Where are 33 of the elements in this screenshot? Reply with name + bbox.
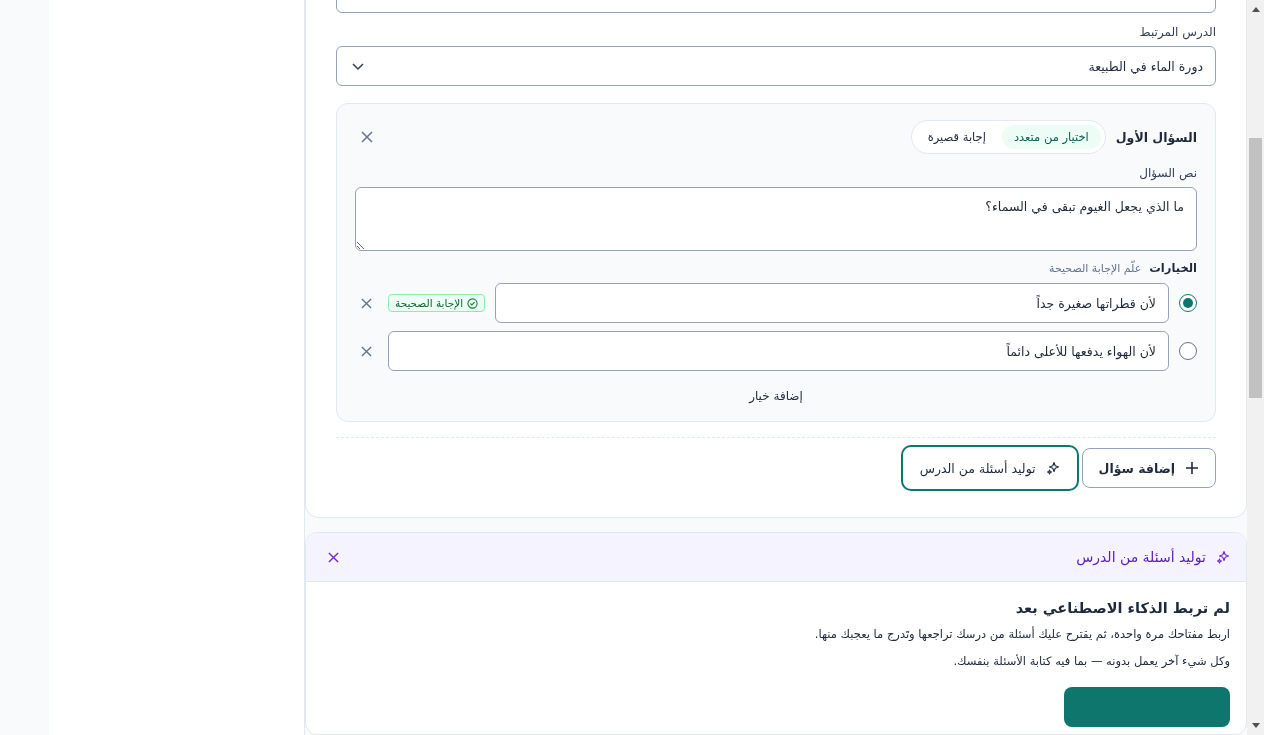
add-question-button[interactable]: إضافة سؤال xyxy=(1081,448,1216,488)
options-label: الخيارات xyxy=(1149,261,1197,275)
option-field[interactable]: لأن الهواء يدفعها للأعلى دائماً xyxy=(388,331,1169,371)
close-icon[interactable] xyxy=(328,551,339,563)
panel-paragraph: اربط مفتاحك مرة واحدة، ثم يقترح عليك أسئلة من درسك تراجعها وتَدرج ما يعجبك منها. xyxy=(814,626,1230,643)
correct-answer-badge: الإجابة الصحيحة xyxy=(388,294,486,312)
panel-heading: لم تربط الذكاء الاصطناعي بعد xyxy=(1015,600,1230,616)
add-option-button[interactable]: إضافة خيار xyxy=(745,385,807,407)
panel-title: توليد أسئلة من الدرس xyxy=(1076,549,1206,565)
scrollbar[interactable] xyxy=(1247,0,1264,735)
field-label: نص السؤال xyxy=(1139,166,1197,180)
lesson-select[interactable]: دورة الماء في الطبيعة xyxy=(336,46,1216,86)
remove-icon[interactable] xyxy=(361,345,372,357)
options-hint: علّم الإجابة الصحيحة xyxy=(1049,261,1142,275)
sparkle-icon xyxy=(1045,461,1060,475)
scroll-down-icon[interactable] xyxy=(1251,723,1260,728)
radio-button[interactable] xyxy=(1179,342,1197,360)
check-circle-icon xyxy=(467,297,479,309)
type-tab[interactable]: إجابة قصيرة xyxy=(915,125,998,149)
plus-icon xyxy=(1185,461,1199,475)
question-title: السؤال الأول xyxy=(1115,129,1197,145)
question-text-field[interactable]: ما الذي يجعل الغيوم تبقى في السماء؟ xyxy=(355,187,1197,251)
sparkle-icon xyxy=(1216,550,1230,564)
connect-button[interactable] xyxy=(1064,686,1230,727)
type-tab[interactable]: اختيار من متعدد xyxy=(1001,125,1101,149)
radio-button[interactable] xyxy=(1179,294,1197,312)
close-icon[interactable] xyxy=(361,131,373,143)
generate-button[interactable]: توليد أسئلة من الدرس xyxy=(900,445,1079,491)
scroll-up-icon[interactable] xyxy=(1251,7,1260,12)
panel-paragraph: وكل شيء آخر يعمل بدونه — بما فيه كتابة الأسئلة بنفسك. xyxy=(953,653,1230,671)
remove-icon[interactable] xyxy=(361,297,372,309)
option-field[interactable]: لأن قطراتها صغيرة جداً xyxy=(495,283,1169,323)
field-label: الدرس المرتبط xyxy=(1139,25,1216,39)
